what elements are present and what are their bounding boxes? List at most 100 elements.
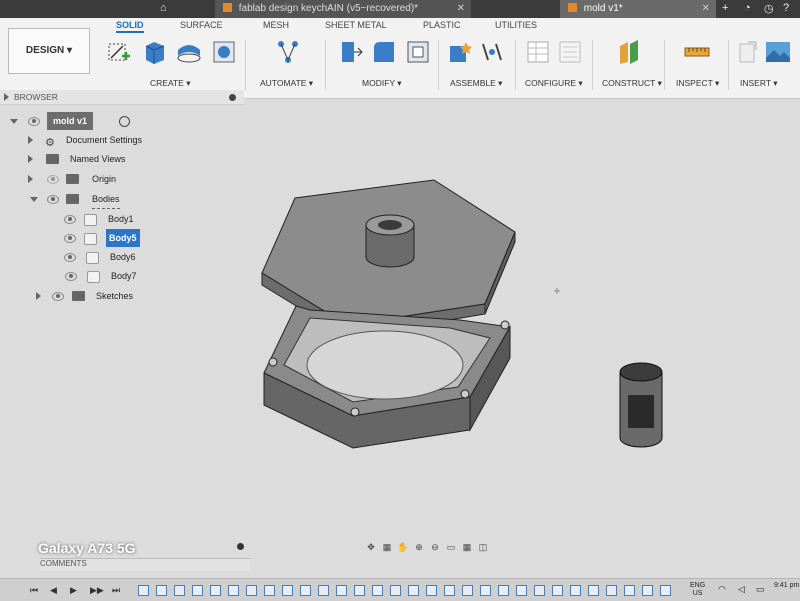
- pan-hand-icon[interactable]: ✋: [397, 542, 409, 552]
- timeline-feature[interactable]: [498, 585, 509, 596]
- look-at-icon[interactable]: ▦: [381, 542, 393, 552]
- automate-menu[interactable]: AUTOMATE ▾: [260, 78, 313, 89]
- configure-menu[interactable]: CONFIGURE ▾: [525, 78, 583, 89]
- orbit-icon[interactable]: ✥: [365, 542, 377, 552]
- document-tab-mold[interactable]: mold v1* ✕: [560, 0, 716, 18]
- timeline-feature[interactable]: [210, 585, 221, 596]
- expand-arrow-icon[interactable]: [28, 155, 33, 163]
- expand-arrow-icon[interactable]: [30, 197, 38, 202]
- visibility-eye-icon[interactable]: [64, 215, 76, 224]
- timeline-feature[interactable]: [588, 585, 599, 596]
- mold-base-body[interactable]: [263, 305, 511, 449]
- assemble-menu[interactable]: ASSEMBLE ▾: [450, 78, 502, 89]
- visibility-eye-icon[interactable]: [64, 234, 76, 243]
- comments-pin-icon[interactable]: [237, 543, 244, 550]
- tree-item-bodies[interactable]: Bodies: [0, 190, 250, 209]
- timeline-feature[interactable]: [570, 585, 581, 596]
- timeline-feature[interactable]: [282, 585, 293, 596]
- help-icon[interactable]: ?: [783, 2, 789, 14]
- configure-table-icon[interactable]: [524, 38, 552, 66]
- grid-settings-icon[interactable]: ▦: [461, 542, 473, 552]
- comments-panel[interactable]: COMMENTS: [40, 543, 250, 571]
- tree-root-mold[interactable]: mold v1: [0, 112, 250, 130]
- timeline-feature[interactable]: [480, 585, 491, 596]
- timeline-feature[interactable]: [246, 585, 257, 596]
- expand-arrow-icon[interactable]: [28, 175, 33, 183]
- close-tab-icon[interactable]: ✕: [457, 0, 465, 18]
- joint-icon[interactable]: [478, 38, 506, 66]
- clock[interactable]: 9:41 pm: [774, 582, 799, 590]
- browser-header[interactable]: BROWSER: [0, 90, 244, 105]
- visibility-eye-icon[interactable]: [52, 292, 64, 301]
- timeline-feature[interactable]: [462, 585, 473, 596]
- timeline-forward-icon[interactable]: ▶▶: [90, 585, 104, 596]
- timeline-feature[interactable]: [138, 585, 149, 596]
- pin-cylinder-body[interactable]: [619, 362, 663, 448]
- tab-surface[interactable]: SURFACE: [180, 20, 223, 30]
- tree-item-named-views[interactable]: Named Views: [0, 150, 250, 168]
- language-indicator[interactable]: ENG US: [690, 582, 705, 598]
- viewports-icon[interactable]: ◫: [477, 542, 489, 552]
- collapse-arrow-icon[interactable]: [4, 93, 9, 101]
- expand-arrow-icon[interactable]: [28, 136, 33, 144]
- tree-item-document-settings[interactable]: ⚙ Document Settings: [0, 131, 250, 149]
- timeline-feature[interactable]: [408, 585, 419, 596]
- new-tab-icon[interactable]: +: [722, 2, 728, 14]
- model-viewport[interactable]: [250, 100, 800, 540]
- construct-menu[interactable]: CONSTRUCT ▾: [602, 78, 662, 89]
- timeline-feature[interactable]: [336, 585, 347, 596]
- timeline-feature[interactable]: [552, 585, 563, 596]
- document-tab-fablab[interactable]: fablab design keychAIN (v5~recovered)* ✕: [215, 0, 471, 18]
- tab-mesh[interactable]: MESH: [263, 20, 289, 30]
- tree-item-body7[interactable]: Body7: [0, 267, 250, 285]
- expand-arrow-icon[interactable]: [10, 119, 18, 124]
- timeline-feature[interactable]: [372, 585, 383, 596]
- visibility-eye-icon[interactable]: [47, 175, 59, 184]
- visibility-eye-icon[interactable]: [28, 117, 40, 126]
- timeline-feature[interactable]: [156, 585, 167, 596]
- close-tab-icon[interactable]: ✕: [702, 0, 710, 18]
- workspace-switcher-button[interactable]: DESIGN ▾: [8, 28, 90, 74]
- home-icon[interactable]: ⌂: [160, 2, 167, 14]
- timeline-feature[interactable]: [192, 585, 203, 596]
- volume-icon[interactable]: ◁: [738, 585, 745, 594]
- zoom-icon[interactable]: ⊕: [413, 542, 425, 552]
- inspect-menu[interactable]: INSPECT ▾: [676, 78, 719, 89]
- timeline-feature[interactable]: [534, 585, 545, 596]
- timeline-feature[interactable]: [390, 585, 401, 596]
- zoom-window-icon[interactable]: ⊖: [429, 542, 441, 552]
- press-pull-icon[interactable]: [336, 38, 364, 66]
- visibility-eye-icon[interactable]: [47, 195, 59, 204]
- automate-icon[interactable]: [274, 38, 302, 66]
- expand-arrow-icon[interactable]: [36, 292, 41, 300]
- tab-utilities[interactable]: UTILITIES: [495, 20, 537, 30]
- tree-item-sketches[interactable]: Sketches: [0, 287, 250, 305]
- insert-menu[interactable]: INSERT ▾: [740, 78, 778, 89]
- battery-icon[interactable]: ▭: [756, 585, 765, 594]
- create-sketch-icon[interactable]: [105, 38, 133, 66]
- timeline-feature[interactable]: [318, 585, 329, 596]
- configure-rules-icon[interactable]: [556, 38, 584, 66]
- browser-pin-icon[interactable]: [229, 94, 236, 101]
- tree-item-body6[interactable]: Body6: [0, 248, 250, 266]
- timeline-feature[interactable]: [228, 585, 239, 596]
- insert-canvas-icon[interactable]: [764, 38, 792, 66]
- tab-solid[interactable]: SOLID: [116, 20, 144, 33]
- hole-icon[interactable]: [210, 38, 238, 66]
- timeline-feature[interactable]: [264, 585, 275, 596]
- timeline-start-icon[interactable]: ⏮: [30, 585, 38, 596]
- create-menu[interactable]: CREATE ▾: [150, 78, 190, 89]
- visibility-eye-icon[interactable]: [64, 253, 76, 262]
- sprue-cylinder-body[interactable]: [365, 214, 415, 268]
- timeline-feature[interactable]: [300, 585, 311, 596]
- visibility-eye-icon[interactable]: [65, 272, 77, 281]
- timeline-end-icon[interactable]: ⏭: [112, 585, 120, 596]
- job-status-icon[interactable]: ◔: [744, 2, 751, 14]
- new-component-icon[interactable]: [446, 38, 474, 66]
- display-settings-icon[interactable]: ▭: [445, 542, 457, 552]
- timeline-feature[interactable]: [642, 585, 653, 596]
- timeline-feature[interactable]: [174, 585, 185, 596]
- activate-radio-icon[interactable]: [119, 116, 130, 127]
- wifi-icon[interactable]: ◠: [718, 585, 726, 594]
- revolve-icon[interactable]: [175, 38, 203, 66]
